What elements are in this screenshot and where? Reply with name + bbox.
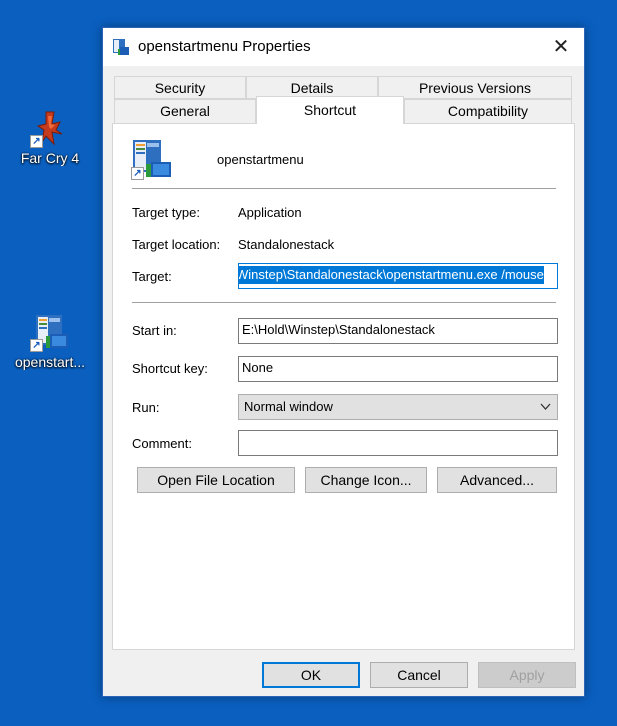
comment-label: Comment: [132, 436, 192, 451]
run-select-value: Normal window [244, 399, 333, 414]
openstartmenu-icon: ↗ [30, 312, 70, 352]
target-location-label: Target location: [132, 237, 221, 252]
start-in-input-value: E:\Hold\Winstep\Standalonestack [242, 322, 435, 337]
chevron-down-icon [540, 395, 551, 427]
tab-previous-versions[interactable]: Previous Versions [378, 76, 572, 99]
tab-compatibility[interactable]: Compatibility [404, 99, 572, 124]
run-select[interactable]: Normal window [238, 394, 558, 420]
tab-label: General [160, 103, 210, 119]
start-in-input[interactable]: E:\Hold\Winstep\Standalonestack [238, 318, 558, 344]
far-cry-4-icon: ↗ [30, 108, 70, 148]
shortcut-key-label: Shortcut key: [132, 361, 208, 376]
shortcut-name: openstartmenu [217, 152, 304, 167]
open-file-location-button[interactable]: Open File Location [137, 467, 295, 493]
change-icon-button[interactable]: Change Icon... [305, 467, 427, 493]
separator [132, 302, 556, 303]
desktop-icon-far-cry-4[interactable]: ↗ Far Cry 4 [5, 108, 95, 166]
target-location-value: Standalonestack [238, 237, 335, 252]
tab-general[interactable]: General [114, 99, 256, 124]
shortcut-panel: ↗ openstartmenu Target type: Application… [112, 123, 575, 650]
shortcut-key-input-value: None [242, 360, 274, 375]
dialog-title: openstartmenu Properties [138, 38, 311, 55]
tab-security[interactable]: Security [114, 76, 246, 99]
tab-shortcut[interactable]: Shortcut [256, 96, 404, 124]
shortcut-arrow-icon: ↗ [30, 339, 43, 352]
cancel-button[interactable]: Cancel [370, 662, 468, 688]
tab-label: Details [290, 80, 334, 96]
apply-button[interactable]: Apply [478, 662, 576, 688]
close-button[interactable]: ✕ [538, 28, 584, 66]
target-type-value: Application [238, 205, 302, 220]
advanced-button[interactable]: Advanced... [437, 467, 557, 493]
ok-button[interactable]: OK [262, 662, 360, 688]
start-in-label: Start in: [132, 323, 177, 338]
shortcut-key-input[interactable]: None [238, 356, 558, 382]
separator [132, 188, 556, 189]
desktop-icon-openstartmenu[interactable]: ↗ openstart... [5, 312, 95, 370]
target-input[interactable]: Winstep\Standalonestack\openstartmenu.ex… [238, 263, 558, 289]
tab-label: Previous Versions [418, 80, 532, 96]
target-input-value: Winstep\Standalonestack\openstartmenu.ex… [238, 266, 544, 284]
close-icon: ✕ [552, 36, 570, 58]
tab-label: Shortcut [303, 102, 357, 118]
properties-dialog: openstartmenu Properties ✕ Security Deta… [102, 27, 585, 697]
desktop-icon-label: openstart... [14, 354, 86, 370]
title-bar[interactable]: openstartmenu Properties ✕ [103, 28, 584, 66]
desktop-icon-label: Far Cry 4 [20, 150, 80, 166]
openstartmenu-icon: ↗ [131, 138, 173, 180]
comment-input[interactable] [238, 430, 558, 456]
shortcut-arrow-icon: ↗ [30, 135, 43, 148]
tab-label: Compatibility [447, 103, 529, 119]
run-label: Run: [132, 400, 160, 415]
openstartmenu-icon [112, 38, 130, 56]
target-type-label: Target type: [132, 205, 200, 220]
target-label: Target: [132, 269, 172, 284]
tab-label: Security [154, 80, 206, 96]
shortcut-arrow-icon: ↗ [131, 167, 144, 180]
